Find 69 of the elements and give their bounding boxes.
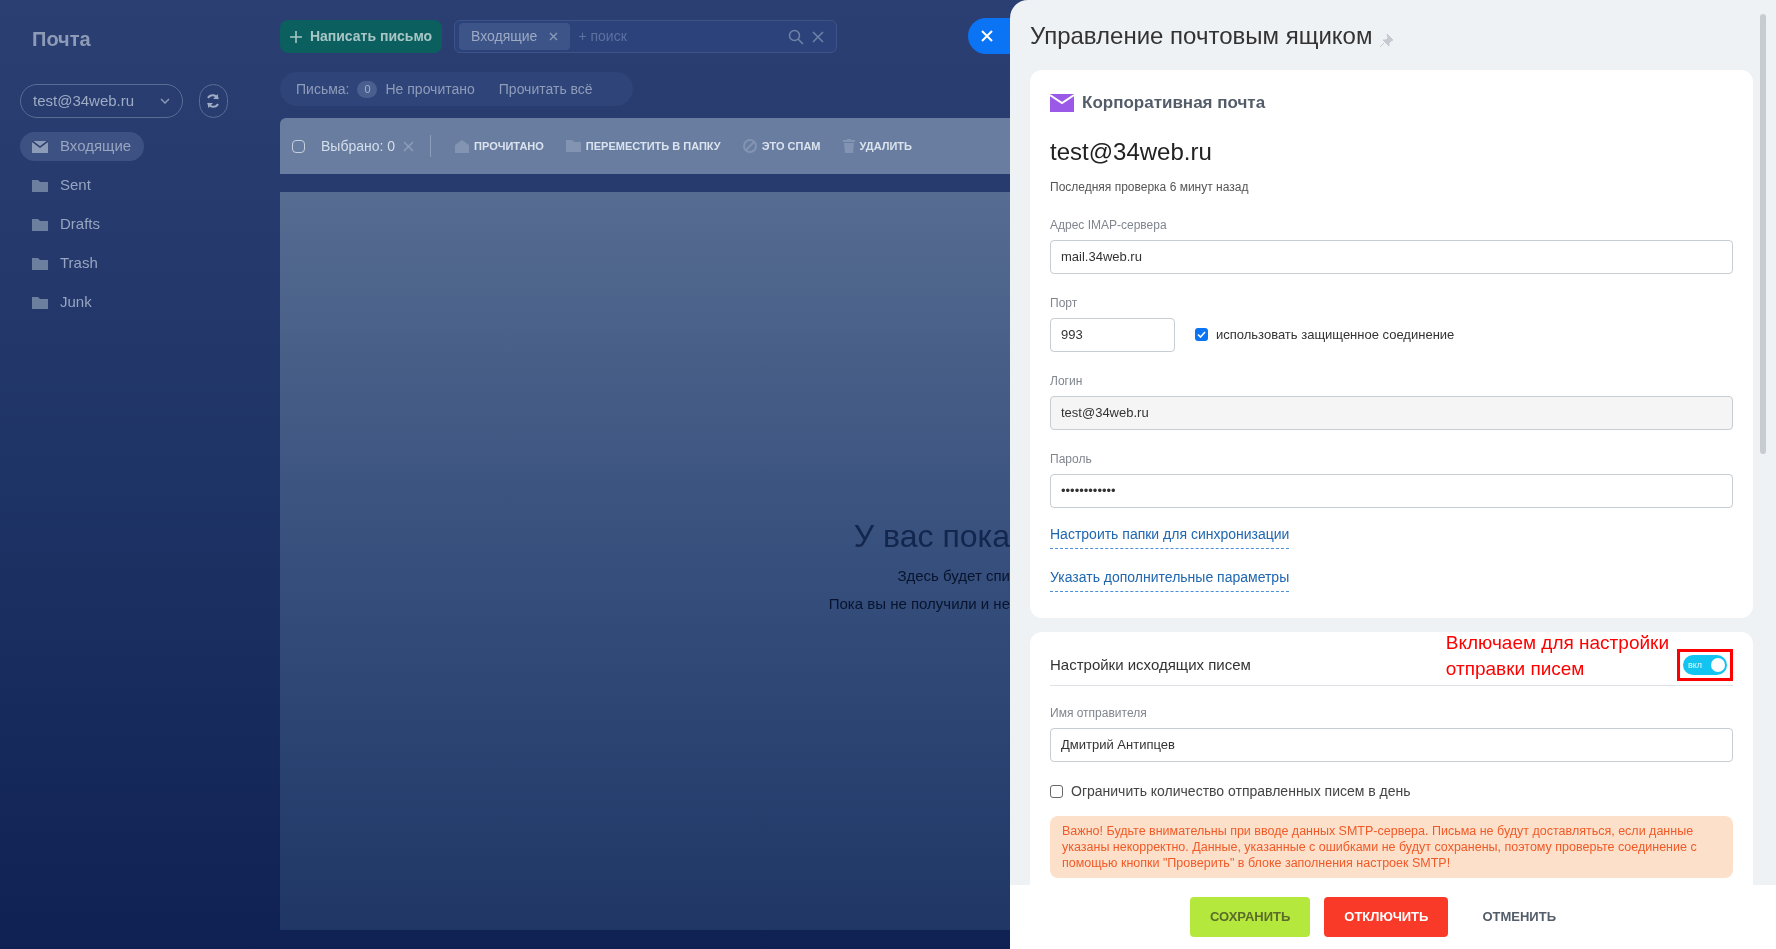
- ban-icon: [742, 139, 757, 153]
- compose-button[interactable]: Написать письмо: [280, 20, 442, 53]
- toolbar-button[interactable]: ЭТО СПАМ: [742, 137, 821, 155]
- empty-text: Здесь будет спи: [897, 566, 1010, 586]
- close-icon: [981, 30, 993, 42]
- close-icon: [549, 32, 559, 41]
- close-icon: [812, 30, 824, 43]
- folder-icon: [32, 218, 48, 231]
- read-all-link[interactable]: Прочитать всё: [498, 78, 593, 100]
- folder-icon: [32, 296, 48, 309]
- field-label: Имя отправителя: [1050, 704, 1148, 722]
- input-field[interactable]: ••••••••••••: [1050, 473, 1733, 508]
- close-button[interactable]: [968, 18, 1010, 54]
- toolbar-button[interactable]: ПРОЧИТАНО: [455, 137, 544, 155]
- filter-label: Письма:: [296, 79, 350, 99]
- selected-count: Выбрано: 0: [321, 136, 396, 156]
- account-email: test@34web.ru: [33, 90, 135, 111]
- folder-item[interactable]: Drafts: [20, 210, 200, 239]
- folder-icon: [32, 179, 48, 192]
- chevron-down-icon: [159, 98, 170, 104]
- input-field[interactable]: Дмитрий Антипцев: [1050, 727, 1733, 762]
- search-tag[interactable]: Входящие: [459, 23, 571, 50]
- checkbox-label: Ограничить количество отправленных писем в день: [1071, 781, 1411, 801]
- folder-item[interactable]: Входящие: [20, 132, 144, 161]
- annotation-text: Включаем для настройки: [1445, 631, 1669, 655]
- scrollbar-thumb[interactable]: [1760, 14, 1766, 454]
- last-check-text: Последняя проверка 6 минут назад: [1050, 178, 1250, 196]
- settings-link[interactable]: Указать дополнительные параметры: [1050, 566, 1290, 592]
- card-heading: Корпоративная почта: [1082, 92, 1266, 114]
- trash-icon: [842, 139, 855, 153]
- checkmark-icon: [1197, 331, 1206, 338]
- input-field[interactable]: mail.34web.ru: [1050, 239, 1733, 274]
- field-label: Пароль: [1050, 450, 1093, 468]
- refresh-icon: [205, 93, 222, 109]
- envelope-icon: [32, 140, 48, 153]
- toolbar-button[interactable]: УДАЛИТЬ: [842, 137, 912, 155]
- input-field[interactable]: 993: [1050, 317, 1175, 352]
- settings-link[interactable]: Настроить папки для синхронизации: [1050, 523, 1290, 549]
- footer-button[interactable]: ОТМЕНИТЬ: [1462, 897, 1576, 937]
- footer-button[interactable]: СОХРАНИТЬ: [1190, 897, 1311, 937]
- envelope-icon: [1050, 93, 1074, 112]
- pin-icon: [1380, 33, 1394, 47]
- sidebar-title: Почта: [31, 27, 92, 52]
- checkbox[interactable]: [1195, 328, 1208, 341]
- annotation-text: отправки писем: [1445, 657, 1586, 681]
- field-label: Порт: [1050, 294, 1079, 312]
- folder-item[interactable]: Sent: [20, 171, 200, 200]
- folder-item[interactable]: Trash: [20, 249, 200, 278]
- close-icon: [403, 140, 415, 152]
- warning-message: Важно! Будьте внимательны при вводе данных SMTP-сервера. Письма не будут доставляться, если данные указаны некорректно. Данные, указанные с ошибками не будут сохранены, поэтому проверьте соединение с помощью кнопки "Проверить" в блоке заполнения настроек SMTP!: [1050, 815, 1733, 878]
- unread-count: 0: [357, 80, 378, 98]
- footer-button[interactable]: ОТКЛЮЧИТЬ: [1324, 897, 1449, 937]
- checkbox[interactable]: [1050, 784, 1063, 798]
- folder-icon: [565, 140, 581, 152]
- field-label: Логин: [1050, 372, 1084, 390]
- field-label: Адрес IMAP-сервера: [1050, 216, 1168, 234]
- folder-item[interactable]: Junk: [20, 288, 200, 317]
- select-all-checkbox[interactable]: [292, 139, 305, 153]
- toolbar-button[interactable]: ПЕРЕМЕСТИТЬ В ПАПКУ: [565, 137, 721, 155]
- checkbox-label: использовать защищенное соединение: [1216, 325, 1455, 344]
- mailbox-email: test@34web.ru: [1050, 136, 1213, 167]
- search-icon: [788, 28, 804, 45]
- empty-text: Пока вы не получили и не: [828, 593, 1010, 614]
- folder-icon: [32, 257, 48, 270]
- plus-icon: [289, 30, 302, 43]
- input-field[interactable]: test@34web.ru: [1050, 395, 1733, 430]
- panel-title: Управление почтовым ящиком: [1030, 21, 1373, 51]
- section-heading: Настройки исходящих писем: [1050, 654, 1251, 675]
- unread-filter-link[interactable]: Не прочитано: [385, 78, 475, 100]
